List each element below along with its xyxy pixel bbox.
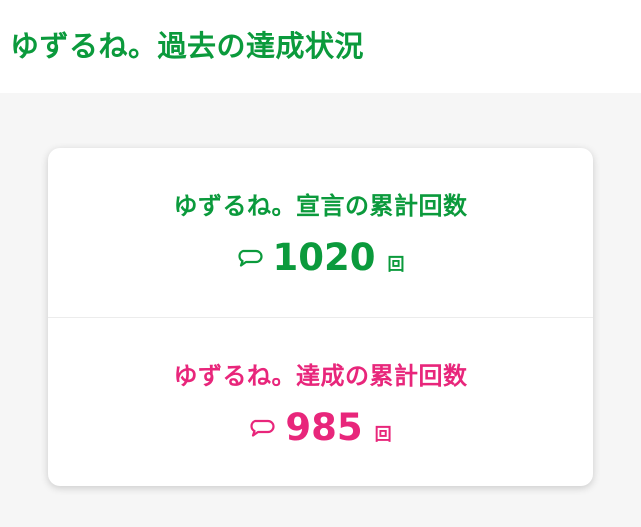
- achievement-count-value: 985: [285, 406, 363, 449]
- declaration-count-label: ゆずるね。宣言の累計回数: [173, 192, 468, 220]
- page-title: ゆずるね。過去の達成状況: [10, 28, 365, 63]
- page-header: ゆずるね。過去の達成状況: [0, 0, 641, 93]
- achievement-count-unit: 回: [374, 425, 392, 445]
- stats-card: ゆずるね。宣言の累計回数 1020 回 ゆずるね。達成の累計回数 985 回: [48, 148, 593, 486]
- achievement-count-label: ゆずるね。達成の累計回数: [173, 362, 468, 390]
- content-area: ゆずるね。宣言の累計回数 1020 回 ゆずるね。達成の累計回数 985 回: [0, 93, 641, 527]
- declaration-count-stat: ゆずるね。宣言の累計回数 1020 回: [48, 148, 593, 317]
- achievement-count-stat: ゆずるね。達成の累計回数 985 回: [48, 317, 593, 486]
- achievement-count-row: 985 回: [249, 406, 392, 449]
- declaration-count-row: 1020 回: [237, 236, 405, 279]
- speech-bubble-icon: [237, 248, 263, 268]
- declaration-count-unit: 回: [387, 255, 405, 275]
- speech-bubble-icon: [249, 418, 275, 438]
- declaration-count-value: 1020: [272, 236, 376, 279]
